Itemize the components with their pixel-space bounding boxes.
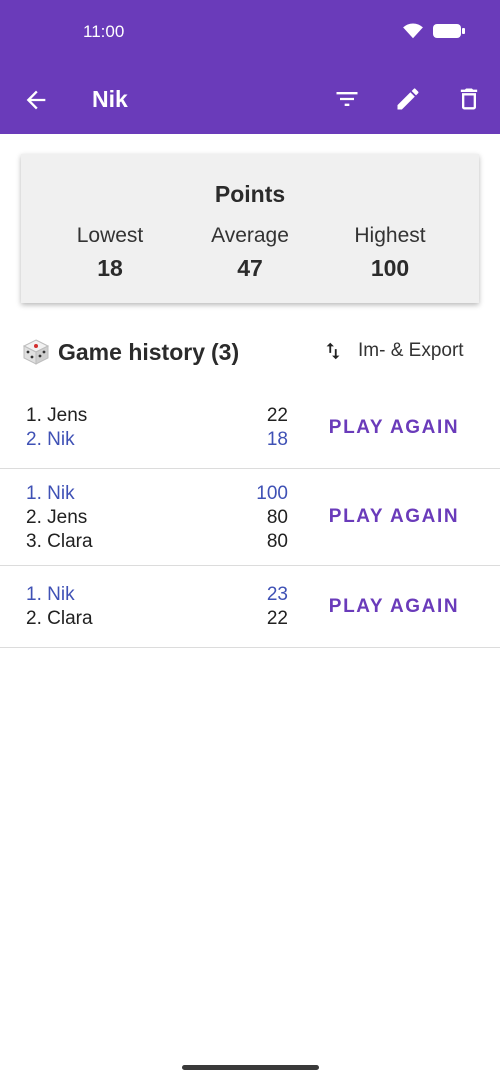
stat-label: Average — [211, 224, 289, 247]
player-name: 1. Nik — [26, 483, 75, 504]
player-score: 22 — [266, 608, 288, 629]
dice-icon — [22, 339, 50, 365]
status-icons — [402, 22, 466, 40]
result-row: 3. Clara 80 — [26, 531, 288, 555]
player-name: 1. Jens — [26, 405, 88, 426]
stat-lowest: Lowest 18 — [40, 224, 180, 282]
game-card: 1. Nik 23 2. Clara 22 PLAY AGAIN — [0, 566, 500, 648]
player-score: 23 — [266, 584, 288, 605]
status-time: 11:00 — [83, 22, 125, 41]
stat-average: Average 47 — [180, 224, 320, 282]
player-score: 100 — [256, 483, 288, 504]
filter-icon[interactable] — [333, 85, 361, 113]
player-name: 1. Nik — [26, 584, 75, 605]
edit-pencil-icon[interactable] — [394, 85, 422, 113]
play-again-button[interactable]: PLAY AGAIN — [316, 596, 472, 618]
game-card: 1. Nik 100 2. Jens 80 3. Clara 80 PLAY A… — [0, 469, 500, 566]
player-score: 22 — [266, 405, 288, 426]
result-row: 2. Clara 22 — [26, 608, 288, 632]
gesture-navigation-bar[interactable] — [182, 1065, 319, 1070]
result-row: 1. Jens 22 — [26, 405, 288, 429]
player-name: 3. Clara — [26, 531, 93, 552]
page-title: Nik — [92, 86, 128, 112]
stat-value: 18 — [97, 255, 123, 281]
play-again-button[interactable]: PLAY AGAIN — [316, 506, 472, 528]
result-row: 2. Jens 80 — [26, 507, 288, 531]
back-arrow-icon[interactable] — [22, 86, 50, 114]
stat-label: Highest — [354, 224, 426, 247]
stat-highest: Highest 100 — [320, 224, 460, 282]
import-export-button[interactable]: Im- & Export — [322, 339, 464, 363]
player-score: 80 — [266, 507, 288, 528]
battery-icon — [433, 24, 465, 38]
stat-label: Lowest — [76, 224, 144, 247]
delete-trash-icon[interactable] — [455, 85, 483, 113]
player-score: 80 — [266, 531, 288, 552]
player-name: 2. Clara — [26, 608, 93, 629]
import-export-label: Im- & Export — [358, 340, 464, 361]
stat-value: 100 — [370, 255, 410, 281]
stat-value: 47 — [237, 255, 263, 281]
player-score: 18 — [266, 429, 288, 450]
swap-vertical-icon — [326, 342, 340, 360]
game-card: 1. Jens 22 2. Nik 18 PLAY AGAIN — [0, 392, 500, 469]
result-row-highlighted: 1. Nik 100 — [26, 483, 288, 507]
wifi-icon — [403, 23, 423, 39]
player-name: 2. Nik — [26, 429, 75, 450]
result-row-highlighted: 2. Nik 18 — [26, 429, 288, 453]
points-title: Points — [214, 181, 286, 207]
history-count: (3) — [211, 338, 240, 365]
player-name: 2. Jens — [26, 507, 88, 528]
app-bar: Nik — [0, 64, 500, 134]
status-bar: 11:00 — [0, 0, 500, 64]
history-header: Game history (3) — [22, 338, 239, 366]
history-title: Game history — [58, 338, 205, 365]
points-card: Points Lowest 18 Average 47 Highest 100 — [21, 154, 479, 303]
result-row-highlighted: 1. Nik 23 — [26, 584, 288, 608]
play-again-button[interactable]: PLAY AGAIN — [316, 417, 472, 439]
